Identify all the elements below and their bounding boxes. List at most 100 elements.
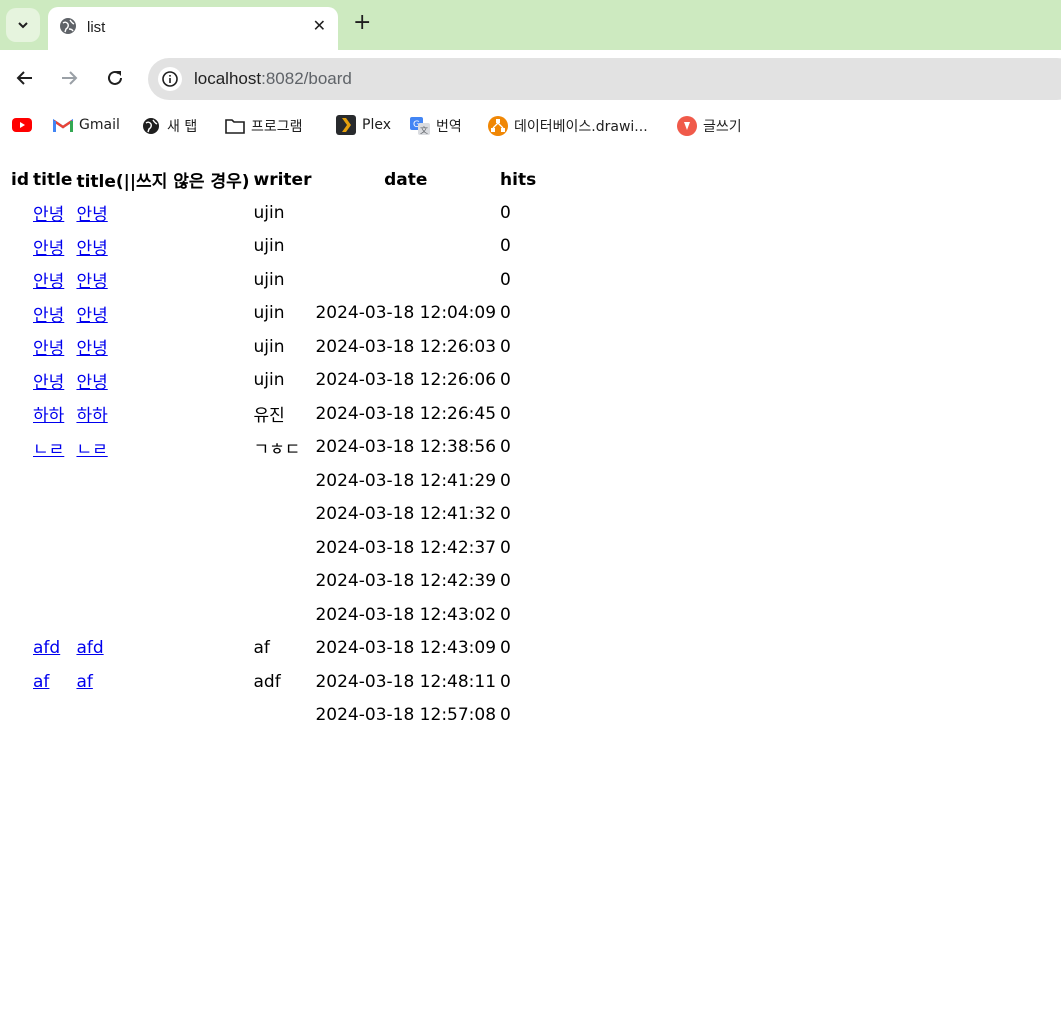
cell-id [10,432,30,464]
forward-arrow-icon [62,71,78,85]
cell-writer: ujin [253,370,285,391]
cell-title-alt: 하하 [75,398,250,430]
title-link[interactable]: 하하 [76,406,107,426]
cell-date: 2024-03-18 12:04:09 [315,303,497,324]
cell-hits: 0 [500,470,511,491]
title-link[interactable]: 안녕 [76,373,107,393]
forward-button[interactable] [55,64,83,92]
title-link[interactable]: 안녕 [76,306,107,326]
bookmark-label: 번역 [436,119,462,135]
bookmark-translate[interactable]: G文 번역 [410,116,462,136]
title-link[interactable]: 안녕 [33,272,64,292]
bookmark-folder-programs[interactable]: 프로그램 [225,116,303,136]
cell-title-alt: 안녕 [75,197,250,229]
cell-title [32,599,73,631]
header-writer: writer [253,169,312,190]
title-link[interactable]: af [33,672,49,692]
title-link[interactable]: 안녕 [76,272,107,292]
cell-hits: 0 [500,202,511,223]
title-link[interactable]: ㄴㄹ [76,440,107,460]
title-link[interactable]: afd [33,638,60,658]
cell-hits: 0 [500,236,511,257]
cell-hits: 0 [500,269,511,290]
table-row: 안녕 안녕 ujin 0 [10,231,537,263]
cell-date: 2024-03-18 12:48:11 [315,671,497,692]
translate-icon: G文 [410,117,430,135]
bookmark-plex[interactable]: Plex [336,115,391,135]
title-link[interactable]: 안녕 [33,205,64,225]
cell-hits: 0 [500,638,511,659]
cell-writer: 유진 [253,406,285,427]
cell-id [10,499,30,531]
cell-hits: 0 [500,437,511,458]
bookmarks-bar: Gmail 새 탭 프로그램 Plex G文 번역 데이터베이스.drawi..… [0,106,1061,146]
page-content: id title title(||쓰지 않은 경우) writer date h… [8,162,539,733]
back-button[interactable] [11,64,39,92]
back-arrow-icon [16,71,32,85]
title-link[interactable]: 안녕 [76,339,107,359]
cell-writer [253,566,313,598]
svg-text:文: 文 [420,125,428,135]
tab-search-button[interactable] [6,8,40,42]
cell-title-alt: af [75,666,250,698]
close-tab-icon[interactable]: ✕ [313,16,326,35]
cell-date: 2024-03-18 12:26:06 [315,370,497,391]
cell-hits: 0 [500,504,511,525]
title-link[interactable]: 안녕 [76,239,107,259]
folder-icon [225,117,245,135]
cell-title: 안녕 [32,231,73,263]
board-table: id title title(||쓰지 않은 경우) writer date h… [8,162,539,733]
cell-title: 안녕 [32,365,73,397]
reload-button[interactable] [101,64,129,92]
active-tab[interactable]: list ✕ [48,7,338,50]
cell-id [10,298,30,330]
bookmark-new-tab[interactable]: 새 탭 [141,116,197,136]
table-row: af af adf 2024-03-18 12:48:11 0 [10,666,537,698]
title-link[interactable]: 안녕 [33,373,64,393]
cell-date: 2024-03-18 12:41:29 [315,470,497,491]
title-link[interactable]: 안녕 [33,239,64,259]
bookmark-drawio[interactable]: 데이터베이스.drawi... [488,116,648,136]
cell-id [10,231,30,263]
cell-writer: adf [253,671,281,692]
cell-title: afd [32,633,73,665]
cell-hits: 0 [500,537,511,558]
title-link[interactable]: 하하 [33,406,64,426]
cell-title [32,532,73,564]
cell-hits: 0 [500,671,511,692]
title-link[interactable]: 안녕 [76,205,107,225]
cell-title-alt: afd [75,633,250,665]
cell-title [32,465,73,497]
cell-date: 2024-03-18 12:42:39 [315,571,497,592]
title-link[interactable]: 안녕 [33,306,64,326]
table-row: 2024-03-18 12:57:08 0 [10,700,537,732]
table-row: ㄴㄹ ㄴㄹ ㄱㅎㄷ 2024-03-18 12:38:56 0 [10,432,537,464]
cell-id [10,566,30,598]
cell-date: 2024-03-18 12:26:03 [315,336,497,357]
address-bar[interactable]: localhost:8082/board [148,58,1061,100]
title-link[interactable]: afd [76,638,103,658]
chevron-down-icon [18,22,28,29]
cell-title [32,499,73,531]
site-info-icon[interactable] [158,67,182,91]
table-row: 2024-03-18 12:42:39 0 [10,566,537,598]
cell-title: ㄴㄹ [32,432,73,464]
cell-title-alt: 안녕 [75,231,250,263]
title-link[interactable]: af [76,672,92,692]
cell-title: 하하 [32,398,73,430]
cell-title-alt: 안녕 [75,365,250,397]
new-tab-button[interactable]: + [353,10,371,35]
bookmark-label: 프로그램 [251,119,303,135]
bookmark-youtube[interactable] [12,116,38,134]
drawio-icon [488,116,508,136]
title-link[interactable]: 안녕 [33,339,64,359]
plex-icon [336,115,356,135]
bookmark-gmail[interactable]: Gmail [53,116,120,134]
cell-date: 2024-03-18 12:43:02 [315,604,497,625]
cell-id [10,599,30,631]
cell-hits: 0 [500,303,511,324]
bookmark-label: 새 탭 [167,119,198,135]
title-link[interactable]: ㄴㄹ [33,440,64,460]
bookmark-write[interactable]: 글쓰기 [677,116,742,136]
cell-hits: 0 [500,403,511,424]
